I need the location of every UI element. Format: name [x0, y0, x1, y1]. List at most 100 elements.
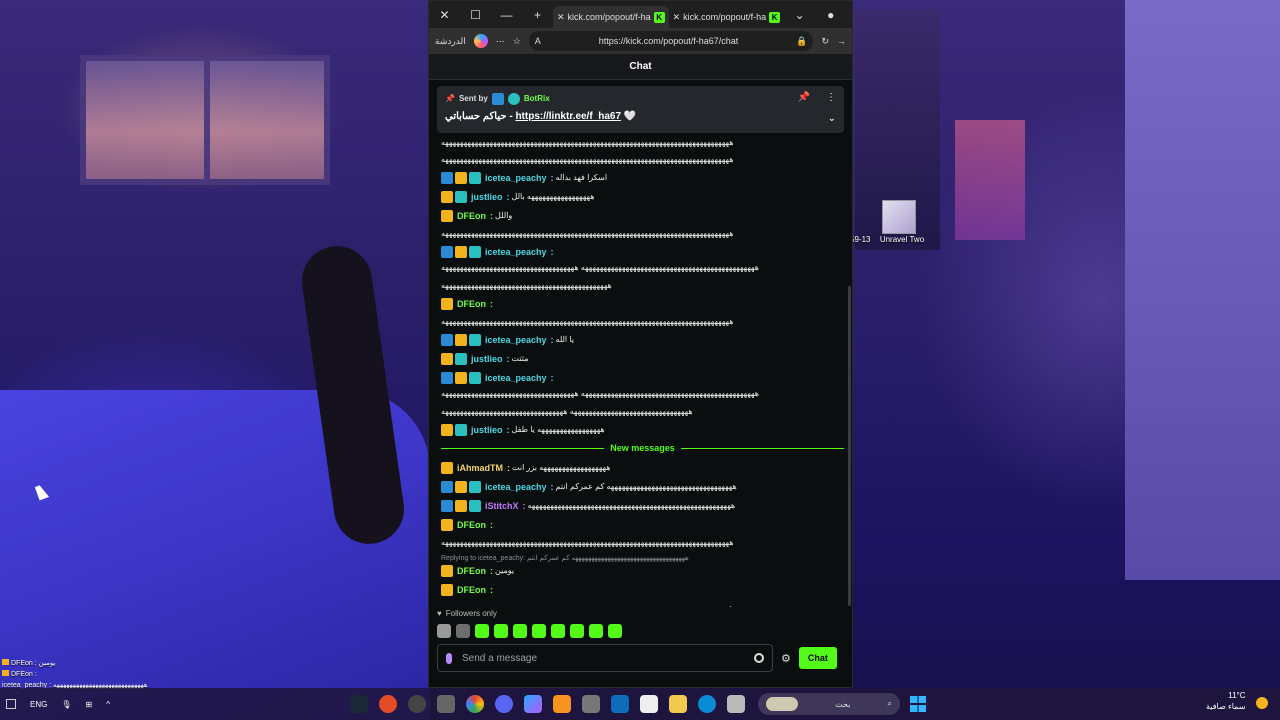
emote[interactable]	[456, 624, 470, 638]
message-username[interactable]: justlieo	[471, 190, 503, 204]
tray-icon[interactable]	[6, 699, 16, 709]
tab-list-chevron-icon[interactable]: ⌄	[784, 1, 815, 28]
app-icon[interactable]	[437, 695, 455, 713]
message-username[interactable]: DFEon	[457, 583, 486, 597]
store-icon[interactable]	[640, 695, 658, 713]
chat-message[interactable]: DFEon:	[441, 297, 844, 311]
obs-icon[interactable]	[408, 695, 426, 713]
chat-message[interactable]: DFEon:	[441, 518, 844, 532]
profile-avatar[interactable]: ●	[815, 1, 846, 28]
windows-start-icon[interactable]	[910, 696, 926, 712]
tab-kick-popout-1[interactable]: ✕ kick.com/popout/f-ha K	[553, 6, 669, 28]
emoji-icon[interactable]	[754, 653, 764, 663]
taskbar-search[interactable]: بحث ⌕	[758, 693, 900, 715]
message-text: هههههههههههههههههه يا طفل	[511, 425, 605, 434]
message-username[interactable]: justlieo	[471, 352, 503, 366]
bot-badge-icon	[441, 500, 453, 512]
chat-message[interactable]: icetea_peachy: اسكرا فهد بداله	[441, 171, 844, 185]
chrome-red-icon[interactable]	[379, 695, 397, 713]
message-username[interactable]: DFEon	[457, 297, 486, 311]
copilot-taskbar-icon[interactable]	[524, 695, 542, 713]
chevron-up-icon[interactable]: ^	[106, 700, 110, 709]
network-icon[interactable]: ⊞	[86, 700, 93, 709]
read-aloud-icon[interactable]: A	[535, 36, 541, 46]
chat-message[interactable]: icetea_peachy: هههههههههههههههههههههههههه…	[441, 245, 844, 275]
chat-message[interactable]: iStitchX: ههههههههههههههههههههههههههههههه…	[441, 499, 844, 513]
message-username[interactable]: justlieo	[471, 423, 503, 437]
tab-close-icon[interactable]: ✕	[557, 12, 565, 23]
emote[interactable]	[551, 624, 565, 638]
username-separator: :	[507, 463, 510, 473]
message-text: هههههههههههههههههههههههههههههههههههههههه…	[527, 501, 736, 510]
chrome-icon[interactable]	[466, 695, 484, 713]
emote[interactable]	[570, 624, 584, 638]
unpin-icon[interactable]: 📌	[798, 92, 810, 103]
emote[interactable]	[589, 624, 603, 638]
emote[interactable]	[608, 624, 622, 638]
new-tab-icon[interactable]: +	[522, 1, 553, 28]
language-indicator[interactable]: ENG	[30, 700, 47, 709]
chat-scrollbar[interactable]	[848, 286, 851, 606]
message-username[interactable]: iStitchX	[485, 499, 519, 513]
message-continuation: هههههههههههههههههههههههههههههههههههههههه…	[441, 317, 734, 326]
desktop-icon-label: Unravel Two	[879, 235, 925, 244]
desktop-icon-unravel-two[interactable]	[882, 200, 916, 234]
message-username[interactable]: icetea_peachy	[485, 371, 547, 385]
message-username[interactable]: icetea_peachy	[485, 333, 547, 347]
chat-message[interactable]: justlieo: هههههههههههههههههه يا طفل	[441, 423, 844, 437]
chat-message[interactable]: justlieo: مثتت	[441, 352, 844, 366]
message-username[interactable]: icetea_peachy	[485, 245, 547, 259]
message-username[interactable]: DFEon	[457, 564, 486, 578]
chat-message[interactable]: iAhmadTM: ههههههههههههههههههه بزر انت	[441, 461, 844, 475]
edge-icon[interactable]	[698, 695, 716, 713]
chat-message[interactable]: icetea_peachy: يا الله	[441, 333, 844, 347]
close-icon[interactable]: ✕	[429, 1, 460, 28]
mic-icon[interactable]	[446, 652, 452, 664]
url-field[interactable]: A https://kick.com/popout/f-ha67/chat 🔒	[528, 31, 814, 51]
artstudio-icon[interactable]	[553, 695, 571, 713]
copilot-icon[interactable]	[473, 34, 488, 48]
refresh-icon[interactable]: ↻	[821, 36, 829, 47]
chat-message[interactable]: icetea_peachy: هههههههههههههههههههههههههه…	[441, 371, 844, 401]
chat-message[interactable]: justlieo: هههههههههههههههههه بالل	[441, 190, 844, 204]
message-username[interactable]: icetea_peachy	[485, 480, 547, 494]
pinned-link[interactable]: https://linktr.ee/f_ha67	[515, 111, 621, 122]
message-username[interactable]: iAhmadTM	[457, 461, 503, 475]
chat-message[interactable]: icetea_peachy: هههههههههههههههههههههههههه…	[441, 480, 844, 494]
emote[interactable]	[513, 624, 527, 638]
message-username[interactable]: DFEon	[457, 518, 486, 532]
expand-chevron-icon[interactable]: ⌄	[828, 113, 836, 124]
reply-context[interactable]: Replying to icetea_peachy: ههههههههههههه…	[441, 554, 844, 562]
message-username[interactable]: DFEon	[457, 209, 486, 223]
forward-icon[interactable]: →	[837, 36, 846, 46]
outlook-icon[interactable]	[611, 695, 629, 713]
new-messages-divider: New messages	[441, 443, 844, 453]
chat-message[interactable]: DFEon:	[441, 583, 844, 597]
maximize-icon[interactable]: ☐	[460, 1, 491, 28]
weather-widget[interactable]: 11°C سماء صافية	[1206, 690, 1246, 712]
message-username[interactable]: icetea_peachy	[485, 171, 547, 185]
kebab-menu-icon[interactable]: ⋮	[826, 92, 836, 103]
send-chat-button[interactable]: Chat	[798, 647, 837, 669]
mic-tray-icon[interactable]: 🎙	[61, 700, 71, 709]
emote[interactable]	[494, 624, 508, 638]
chat-message[interactable]: DFEon: يومين	[441, 564, 844, 578]
favorites-icon[interactable]: ☆	[513, 36, 521, 47]
task-view-icon[interactable]	[727, 695, 745, 713]
tab-close-icon[interactable]: ✕	[673, 12, 681, 23]
copilot-chat-label[interactable]: الدردشة	[435, 36, 466, 47]
settings-app-icon[interactable]	[582, 695, 600, 713]
emote[interactable]	[475, 624, 489, 638]
emote[interactable]	[532, 624, 546, 638]
chat-message[interactable]: DFEon: واللل	[441, 209, 844, 223]
pinned-sender[interactable]: BotRix	[524, 94, 550, 103]
emote[interactable]	[437, 624, 451, 638]
steam-icon[interactable]	[350, 695, 368, 713]
chat-message-input[interactable]: Send a message	[437, 644, 773, 672]
tab-kick-popout-2[interactable]: ✕ kick.com/popout/f-ha K	[669, 6, 785, 28]
more-icon[interactable]: ⋯	[496, 36, 505, 47]
minimize-icon[interactable]: —	[491, 1, 522, 28]
gear-icon[interactable]: ⚙	[781, 652, 791, 665]
file-explorer-icon[interactable]	[669, 695, 687, 713]
discord-icon[interactable]	[495, 695, 513, 713]
